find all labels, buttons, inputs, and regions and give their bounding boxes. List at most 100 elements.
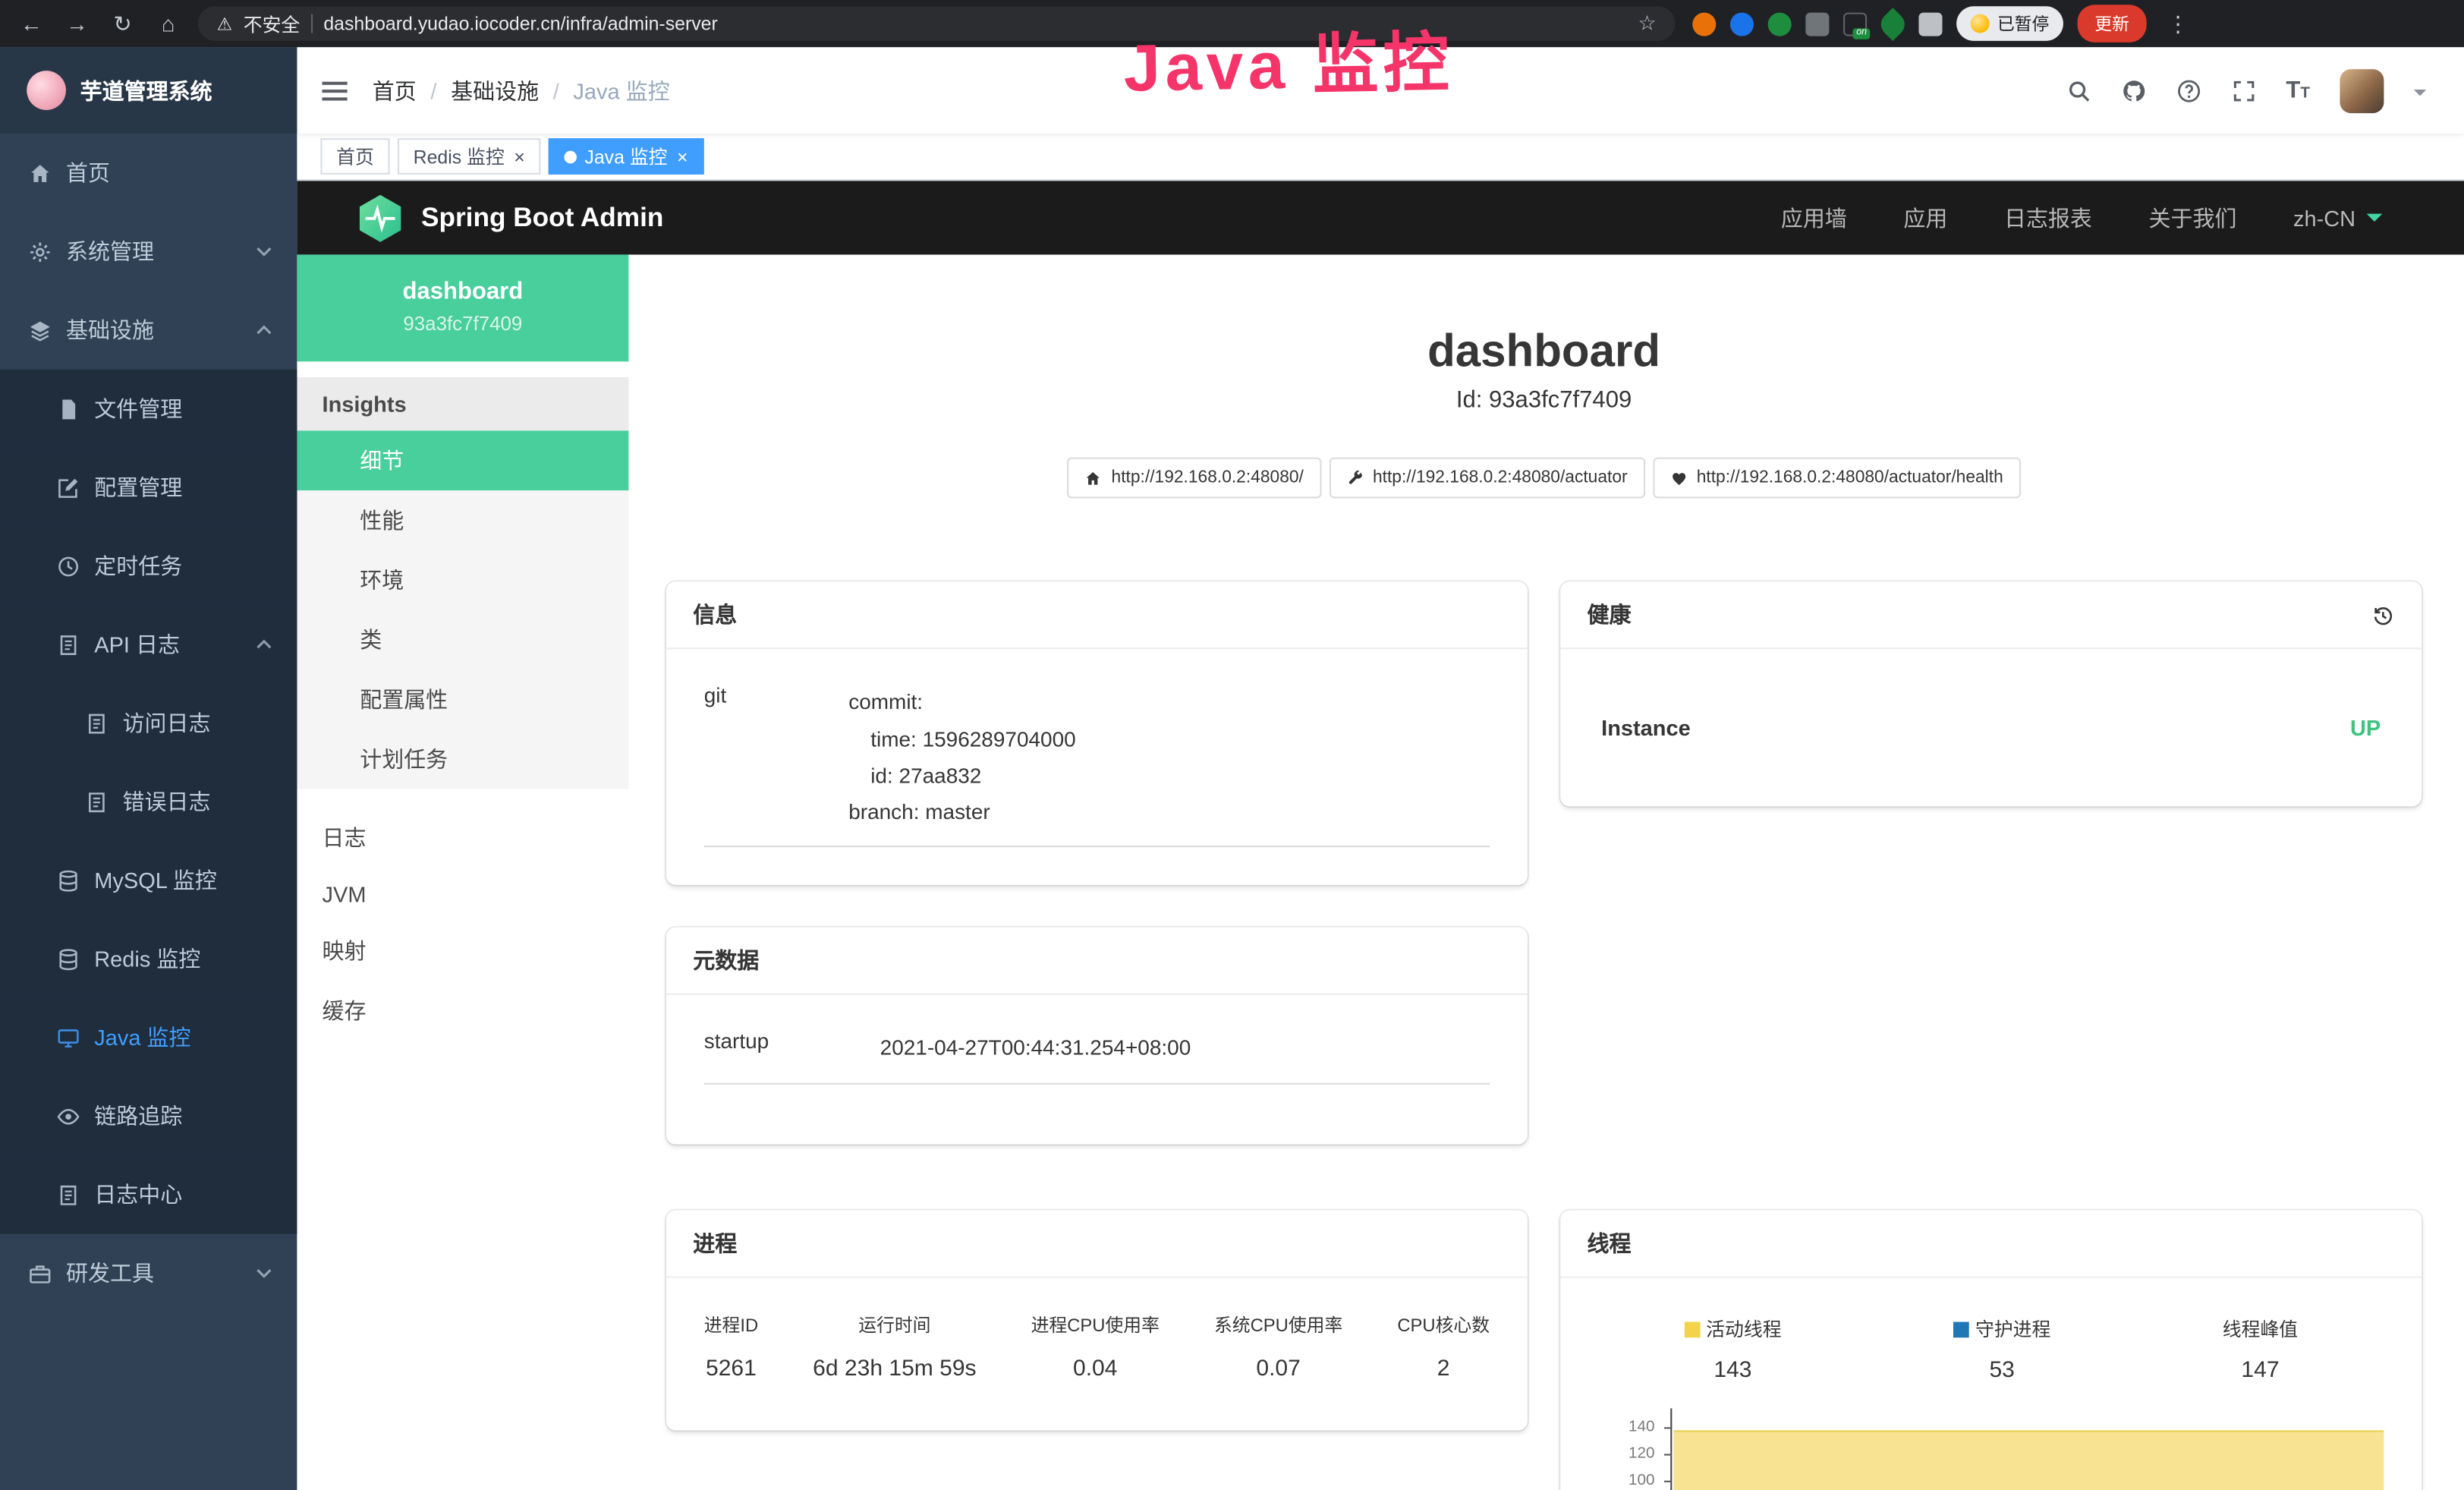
update-button[interactable]: 更新	[2078, 5, 2147, 43]
log-icon	[57, 632, 80, 656]
sba-nav-applications[interactable]: 应用	[1903, 202, 1947, 233]
search-icon[interactable]	[2066, 78, 2091, 103]
status-badge: UP	[2350, 716, 2381, 741]
sba-menu-metrics[interactable]: 性能	[297, 490, 628, 550]
bookmark-star-icon[interactable]: ☆	[1638, 11, 1656, 36]
sba-menu-logs[interactable]: 日志	[297, 808, 628, 868]
sba-menu-scheduled-tasks[interactable]: 计划任务	[297, 729, 628, 789]
sidebar-item-access-log[interactable]: 访问日志	[0, 684, 297, 763]
locale-label: zh-CN	[2293, 205, 2355, 230]
extension-icon[interactable]: on	[1843, 12, 1867, 36]
avatar[interactable]	[2340, 68, 2384, 112]
sba-main: dashboard Id: 93a3fc7f7409 http://192.16…	[628, 254, 2464, 1490]
sidebar-item-tracing[interactable]: 链路追踪	[0, 1076, 297, 1155]
spring-boot-admin: Spring Boot Admin 应用墙 应用 日志报表 关于我们 zh-CN da…	[297, 181, 2464, 1490]
fullscreen-icon[interactable]	[2231, 78, 2256, 103]
tab-label: 首页	[336, 143, 374, 169]
extension-icon[interactable]	[1805, 12, 1829, 36]
sba-menu-mappings[interactable]: 映射	[297, 921, 628, 981]
github-icon[interactable]	[2121, 78, 2146, 103]
legend-label-row: 守护进程	[1953, 1316, 2050, 1343]
navbar-actions: TT	[2066, 68, 2464, 112]
sba-menu-environment[interactable]: 环境	[297, 550, 628, 610]
extension-icon[interactable]	[1730, 12, 1754, 36]
log-icon	[57, 1183, 80, 1206]
sidebar-item-mysql-monitor[interactable]: MySQL 监控	[0, 841, 297, 920]
sidebar-item-dev-tools[interactable]: 研发工具	[0, 1234, 297, 1313]
help-icon[interactable]	[2176, 78, 2201, 103]
clock-icon	[57, 554, 80, 578]
sba-menu-jvm[interactable]: JVM	[297, 868, 628, 921]
info-value: commit:time: 1596289704000id: 27aa832bra…	[848, 685, 1490, 830]
breadcrumb-item[interactable]: 基础设施	[451, 74, 539, 106]
sidebar-item-api-log[interactable]: API 日志	[0, 605, 297, 684]
sidebar-item-label: 文件管理	[94, 393, 182, 424]
sba-brand[interactable]: Spring Boot Admin	[421, 202, 663, 233]
sidebar-item-file-manage[interactable]: 文件管理	[0, 370, 297, 449]
chevron-up-icon	[253, 634, 275, 656]
metric-label: CPU核心数	[1397, 1313, 1490, 1338]
browser-reload-icon[interactable]: ↻	[107, 10, 138, 36]
extension-icon[interactable]	[1876, 7, 1909, 40]
tab-home[interactable]: 首页	[320, 138, 389, 175]
instance-link[interactable]: http://192.168.0.2:48080/actuator	[1329, 458, 1644, 499]
metric-label: 进程CPU使用率	[1031, 1313, 1160, 1338]
font-size-icon[interactable]: TT	[2286, 77, 2310, 103]
instance-header[interactable]: dashboard 93a3fc7f7409	[297, 254, 628, 361]
extension-icon[interactable]	[1768, 12, 1792, 36]
breadcrumb-item[interactable]: 首页	[373, 74, 417, 106]
process-card: 进程 进程ID5261运行时间6d 23h 15m 59s进程CPU使用率0.0…	[666, 1211, 1528, 1431]
eye-icon	[57, 1104, 80, 1128]
browser-back-icon[interactable]: ←	[16, 11, 47, 36]
instance-link[interactable]: http://192.168.0.2:48080/	[1068, 458, 1321, 499]
sba-menu-config-props[interactable]: 配置属性	[297, 669, 628, 729]
extension-icon[interactable]	[1692, 12, 1716, 36]
sidebar-item-label: API 日志	[94, 628, 180, 660]
browser-home-icon[interactable]: ⌂	[153, 11, 184, 36]
locale-selector[interactable]: zh-CN	[2293, 205, 2382, 230]
edit-icon	[57, 475, 80, 499]
instance-link[interactable]: http://192.168.0.2:48080/actuator/health	[1653, 458, 2021, 499]
db-icon	[57, 868, 80, 892]
instance-id: 93a3fc7f7409	[313, 313, 613, 335]
sba-nav-journal[interactable]: 日志报表	[2004, 202, 2092, 233]
metric-cpu-cores: CPU核心数2	[1397, 1313, 1490, 1382]
tab-close-icon[interactable]: ×	[514, 146, 525, 168]
legend-swatch	[1953, 1321, 1969, 1337]
chevron-down-icon[interactable]	[2414, 89, 2427, 102]
history-icon[interactable]	[2371, 603, 2395, 627]
tab-redis-monitor[interactable]: Redis 监控×	[398, 138, 541, 175]
sba-menu-classes[interactable]: 类	[297, 610, 628, 669]
sba-menu-caches[interactable]: 缓存	[297, 981, 628, 1041]
tab-close-icon[interactable]: ×	[677, 146, 688, 168]
sidebar-item-cron-job[interactable]: 定时任务	[0, 527, 297, 606]
sba-nav-wallboard[interactable]: 应用墙	[1781, 202, 1847, 233]
sba-nav-links: 应用墙 应用 日志报表 关于我们 zh-CN	[1781, 202, 2382, 233]
sidebar-item-infra[interactable]: 基础设施	[0, 291, 297, 370]
chevron-down-icon	[253, 241, 275, 263]
sba-nav-about[interactable]: 关于我们	[2148, 202, 2236, 233]
sidebar-item-home[interactable]: 首页	[0, 134, 297, 213]
browser-menu-icon[interactable]: ⋮	[2160, 10, 2195, 36]
sba-menu-details[interactable]: 细节	[297, 430, 628, 490]
process-metrics: 进程ID5261运行时间6d 23h 15m 59s进程CPU使用率0.04系统…	[666, 1278, 1528, 1382]
db-icon	[57, 947, 80, 971]
paused-chip[interactable]: 已暂停	[1956, 6, 2063, 41]
sidebar-item-log-center[interactable]: 日志中心	[0, 1155, 297, 1234]
sidebar-item-java-monitor[interactable]: Java 监控	[0, 998, 297, 1077]
tab-java-monitor[interactable]: Java 监控 ×	[549, 138, 703, 175]
puzzle-extension-icon[interactable]	[1918, 12, 1942, 36]
instance-link-url: http://192.168.0.2:48080/	[1112, 469, 1304, 488]
metric-label: 运行时间	[813, 1313, 976, 1338]
sidebar-item-system[interactable]: 系统管理	[0, 213, 297, 291]
metric-process-cpu: 进程CPU使用率0.04	[1031, 1313, 1160, 1382]
y-tick-label: 120	[1629, 1446, 1655, 1463]
sidebar-item-redis-monitor[interactable]: Redis 监控	[0, 919, 297, 998]
sidebar-toggle-icon[interactable]	[297, 81, 372, 100]
tab-label: Java 监控	[584, 143, 667, 169]
browser-forward-icon[interactable]: →	[61, 11, 93, 36]
sidebar-item-error-log[interactable]: 错误日志	[0, 762, 297, 841]
sidebar-item-config-manage[interactable]: 配置管理	[0, 448, 297, 527]
app-logo[interactable]: 芋道管理系统	[0, 47, 297, 134]
address-bar[interactable]: ⚠ 不安全 dashboard.yudao.iocoder.cn/infra/a…	[198, 6, 1676, 41]
